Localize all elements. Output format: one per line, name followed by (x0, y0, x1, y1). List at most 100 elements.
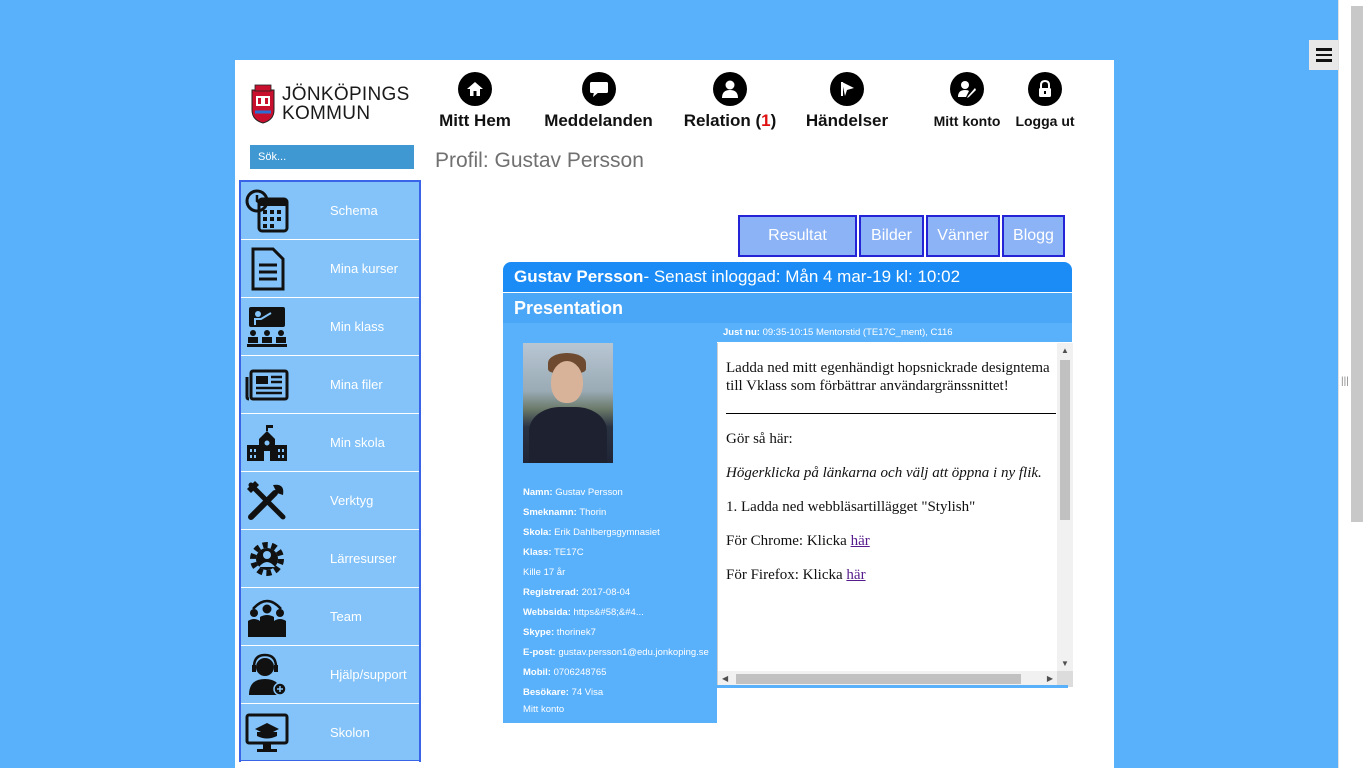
info-gender-age: Kille 17 år (523, 567, 566, 578)
top-navigation: Mitt Hem Meddelanden Relation (1) Händel… (435, 70, 1075, 210)
presentation-heading: Presentation (503, 293, 1072, 323)
team-icon (243, 593, 291, 641)
sidebar-item-label: Mina kurser (330, 261, 398, 276)
nav-mitt-konto[interactable]: Mitt konto (929, 72, 1005, 129)
resize-grip-icon[interactable]: ||| (1341, 376, 1349, 387)
logo-line2: KOMMUN (282, 103, 371, 124)
sidebar-item-larresurser[interactable]: Lärresurser (241, 530, 419, 588)
sidebar-item-mina-filer[interactable]: Mina filer (241, 356, 419, 414)
page-title: Profil: Gustav Persson (435, 149, 644, 172)
nav-handelser[interactable]: Händelser (806, 72, 888, 131)
info-value: 0706248765 (550, 667, 607, 678)
nav-relation[interactable]: Relation (1) (683, 72, 777, 131)
profile-photo[interactable] (523, 343, 613, 463)
scroll-up-icon[interactable]: ▲ (1061, 346, 1069, 355)
info-label: Smeknamn: (523, 507, 577, 518)
tab-bilder[interactable]: Bilder (859, 215, 924, 257)
chrome-text: För Chrome: Klicka (726, 533, 851, 549)
sidebar-item-label: Mina filer (330, 377, 383, 392)
just-now-label: Just nu: (723, 327, 760, 338)
firefox-text: För Firefox: Klicka (726, 567, 847, 583)
profile-header: Gustav Persson - Senast inloggad: Mån 4 … (503, 262, 1072, 292)
info-label: Klass: (523, 547, 552, 558)
just-now-value: 09:35-10:15 Mentorstid (TE17C_ment), C11… (759, 327, 953, 338)
newspaper-icon (243, 361, 291, 409)
info-value: Erik Dahlbergsgymnasiet (551, 527, 660, 538)
kommun-logo[interactable]: JÖNKÖPINGS KOMMUN (250, 84, 410, 124)
presentation-paragraph: Högerklicka på länkarna och välj att öpp… (726, 465, 1042, 481)
monitor-book-icon (243, 709, 291, 757)
nav-label-relation: Relation ( (683, 111, 762, 130)
email-link[interactable]: gustav.persson1@edu.jonkoping.se (556, 647, 709, 658)
nav-label-messages: Meddelanden (544, 111, 653, 130)
sidebar-item-verktyg[interactable]: Verktyg (241, 472, 419, 530)
nav-meddelanden[interactable]: Meddelanden (541, 72, 656, 131)
chrome-link[interactable]: här (851, 533, 870, 549)
last-login: - Senast inloggad: Mån 4 mar-19 kl: 10:0… (643, 267, 961, 286)
profile-card: Gustav Persson - Senast inloggad: Mån 4 … (503, 262, 1072, 323)
coat-of-arms-icon (251, 84, 275, 124)
menu-icon[interactable] (1309, 40, 1339, 70)
nav-mitt-hem[interactable]: Mitt Hem (435, 72, 515, 131)
home-icon (458, 72, 492, 106)
info-value: Thorin (576, 507, 607, 518)
calendar-clock-icon (243, 187, 291, 235)
profile-info: Namn: Gustav Persson Smeknamn: Thorin Sk… (523, 483, 709, 717)
info-label: Registrerad: (523, 587, 579, 598)
sidebar: Schema Mina kurser Min klass Mina filer … (239, 180, 421, 762)
presentation-paragraph: Ladda ned mitt egenhändigt hopsnickrade … (726, 360, 1050, 394)
nav-label-account: Mitt konto (933, 113, 1001, 129)
document-icon (243, 245, 291, 293)
scroll-down-icon[interactable]: ▼ (1061, 659, 1069, 668)
tab-vanner[interactable]: Vänner (926, 215, 1000, 257)
sidebar-item-label: Min klass (330, 319, 385, 334)
visitors-link[interactable]: 74 Visa (569, 687, 604, 698)
sidebar-item-schema[interactable]: Schema (241, 182, 419, 240)
flag-icon (830, 72, 864, 106)
vertical-scroll-thumb[interactable] (1060, 360, 1070, 520)
search-input[interactable] (250, 145, 414, 169)
website-link[interactable]: https&#58;&#4... (571, 607, 643, 618)
scroll-right-icon[interactable]: ▶ (1047, 674, 1053, 683)
logo-line1: JÖNKÖPINGS (282, 84, 410, 105)
scroll-left-icon[interactable]: ◀ (722, 674, 728, 683)
sidebar-item-label: Hjälp/support (330, 667, 407, 682)
user-icon (713, 72, 747, 106)
sidebar-item-label: Skolon (330, 725, 370, 740)
tab-resultat[interactable]: Resultat (738, 215, 857, 257)
chat-icon (581, 72, 616, 106)
divider (726, 413, 1056, 414)
presentation-frame[interactable]: Ladda ned mitt egenhändigt hopsnickrade … (717, 343, 1073, 687)
sidebar-item-team[interactable]: Team (241, 588, 419, 646)
gear-person-icon (243, 535, 291, 583)
firefox-link[interactable]: här (846, 567, 865, 583)
user-edit-icon (950, 72, 984, 106)
info-label: Mobil: (523, 667, 551, 678)
school-building-icon (243, 419, 291, 467)
mitt-konto-link[interactable]: Mitt konto (523, 703, 709, 717)
info-label: E-post: (523, 647, 556, 658)
sidebar-item-label: Min skola (330, 435, 385, 450)
info-label: Skola: (523, 527, 552, 538)
info-value: Gustav Persson (552, 487, 623, 498)
info-value: 2017-08-04 (578, 587, 631, 598)
sidebar-item-skolon[interactable]: Skolon (241, 704, 419, 762)
horizontal-scroll-thumb[interactable] (736, 674, 1021, 684)
page-container: JÖNKÖPINGS KOMMUN Schema Mina kurser Min… (235, 60, 1114, 768)
relation-count-badge: 1 (761, 111, 771, 130)
sidebar-item-min-klass[interactable]: Min klass (241, 298, 419, 356)
nav-label-events: Händelser (805, 111, 889, 130)
headset-support-icon (243, 651, 291, 699)
info-label: Besökare: (523, 687, 569, 698)
nav-label-logout: Logga ut (1015, 113, 1075, 129)
sidebar-item-label: Schema (330, 203, 378, 218)
profile-info-column: Namn: Gustav Persson Smeknamn: Thorin Sk… (503, 323, 717, 723)
nav-logga-ut[interactable]: Logga ut (1013, 72, 1077, 129)
sidebar-item-mina-kurser[interactable]: Mina kurser (241, 240, 419, 298)
page-scroll-thumb[interactable] (1351, 6, 1363, 522)
info-value: thorinek7 (554, 627, 596, 638)
sidebar-item-hjalp-support[interactable]: Hjälp/support (241, 646, 419, 704)
vertical-scrollbar[interactable]: ▲ ▼ (1057, 343, 1073, 671)
sidebar-item-min-skola[interactable]: Min skola (241, 414, 419, 472)
tab-blogg[interactable]: Blogg (1002, 215, 1065, 257)
